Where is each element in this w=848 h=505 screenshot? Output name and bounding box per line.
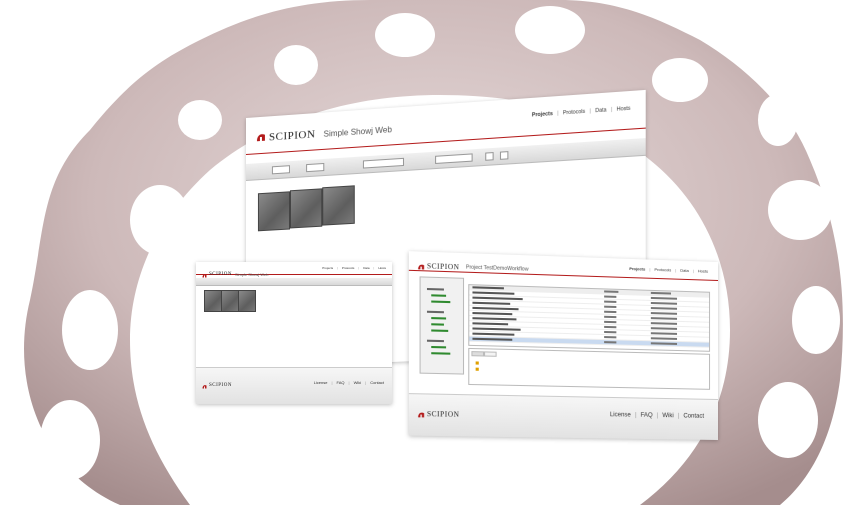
scipion-logo: SCIPION Simple Showj Web — [256, 120, 392, 147]
table-view-button[interactable] — [499, 151, 509, 160]
runs-table[interactable] — [468, 284, 711, 352]
left-header: SCIPION Simple Showj Web Projects | Proto… — [196, 262, 392, 278]
scipion-helmet-icon — [202, 376, 207, 394]
micrograph-thumbnail[interactable] — [289, 188, 323, 229]
left-nav: Projects | Protocols | Data | Hosts — [322, 266, 386, 270]
left-app-window: SCIPION Simple Showj Web Projects | Proto… — [196, 262, 392, 404]
nav-hosts[interactable]: Hosts — [378, 266, 386, 270]
nav-protocols[interactable]: Protocols — [563, 109, 585, 117]
label-select[interactable] — [435, 153, 473, 164]
goto-field[interactable] — [306, 162, 325, 173]
micrograph-thumbnail[interactable] — [238, 290, 256, 312]
zoom-field[interactable] — [271, 165, 290, 175]
footer-faq-link[interactable]: FAQ — [337, 380, 345, 385]
right-nav: Projects | Protocols | Data | Hosts — [629, 265, 709, 274]
right-app-window: SCIPION Project TestDemoWorkflow Project… — [408, 251, 718, 440]
protocol-tree[interactable] — [419, 276, 465, 375]
footer-license-link[interactable]: License — [314, 380, 328, 385]
gallery-view-button[interactable] — [485, 152, 494, 161]
scipion-helmet-icon — [417, 257, 425, 276]
footer-contact-link[interactable]: Contact — [683, 413, 704, 419]
scipion-helmet-icon — [417, 405, 425, 424]
footer-links: License | FAQ | Wiki | Contact — [313, 380, 384, 385]
nav-data[interactable]: Data — [363, 266, 369, 270]
nav-protocols[interactable]: Protocols — [342, 266, 355, 270]
left-footer: SCIPION License | FAQ | Wiki | Contact — [196, 367, 392, 404]
nav-data[interactable]: Data — [595, 107, 606, 114]
micrograph-thumbnail[interactable] — [221, 290, 239, 312]
nav-data[interactable]: Data — [680, 268, 688, 273]
footer-logo: SCIPION — [202, 376, 232, 394]
nav-protocols[interactable]: Protocols — [654, 267, 671, 273]
main-nav: Projects | Protocols | Data | Hosts — [531, 105, 631, 119]
left-toolbar — [196, 278, 392, 286]
footer-license-link[interactable]: License — [610, 412, 631, 418]
micrograph-thumbnail[interactable] — [322, 185, 355, 226]
footer-links: License | FAQ | Wiki | Contact — [609, 412, 705, 420]
right-footer: SCIPION License | FAQ | Wiki | Contact — [408, 393, 718, 440]
nav-projects[interactable]: Projects — [532, 111, 553, 119]
footer-wiki-link[interactable]: Wiki — [662, 413, 673, 419]
nav-hosts[interactable]: Hosts — [617, 106, 631, 113]
footer-faq-link[interactable]: FAQ — [641, 413, 653, 419]
footer-wiki-link[interactable]: Wiki — [354, 380, 362, 385]
footer-logo-text: SCIPION — [209, 382, 232, 388]
logo-text: SCIPION — [209, 271, 232, 277]
footer-contact-link[interactable]: Contact — [370, 380, 384, 385]
nav-projects[interactable]: Projects — [322, 266, 333, 270]
nav-hosts[interactable]: Hosts — [698, 268, 708, 273]
scipion-logo: SCIPION Project TestDemoWorkflow — [417, 257, 528, 279]
page-subtitle: Simple Showj Web — [234, 271, 269, 277]
render-select[interactable] — [362, 157, 405, 169]
logo-text: SCIPION — [268, 128, 316, 144]
footer-logo-text: SCIPION — [426, 409, 460, 419]
micrograph-thumbnail[interactable] — [204, 290, 222, 312]
logo-text: SCIPION — [426, 262, 460, 272]
protocol-detail-panel — [468, 347, 711, 390]
page-subtitle: Simple Showj Web — [323, 124, 392, 139]
micrograph-thumbnail[interactable] — [257, 191, 290, 232]
scipion-helmet-icon — [256, 129, 266, 148]
page-subtitle: Project TestDemoWorkflow — [465, 264, 529, 273]
nav-projects[interactable]: Projects — [629, 266, 645, 272]
footer-logo: SCIPION — [417, 405, 460, 424]
